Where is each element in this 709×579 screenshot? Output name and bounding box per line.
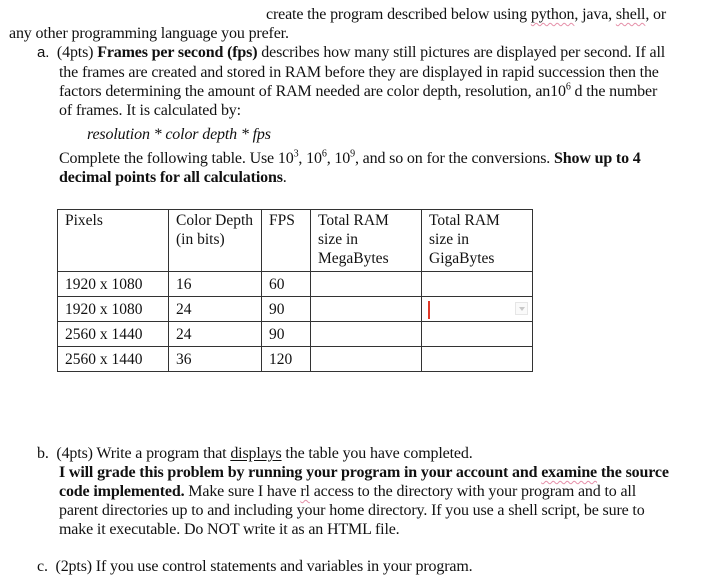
part-a-line-4: of frames. It is calculated by: (59, 102, 241, 119)
cell-fps[interactable]: 120 (261, 346, 311, 372)
table-row: 2560 x 1440 24 90 (57, 321, 533, 347)
part-a-text: describes how many still pictures are di… (257, 44, 666, 61)
part-a-text: factors determining the amount of RAM ne… (59, 83, 566, 100)
cell-fps[interactable]: 60 (261, 271, 311, 297)
part-a-line-3: factors determining the amount of RAM ne… (59, 82, 657, 102)
header-pixels[interactable]: Pixels (57, 209, 169, 272)
cell-depth[interactable]: 16 (168, 271, 262, 297)
instr-bold: Show up to 4 (553, 150, 641, 167)
spellcheck-word-shell[interactable]: shell (616, 6, 646, 23)
part-b-bold: the source (597, 464, 669, 481)
cell-fps[interactable]: 90 (261, 296, 311, 322)
cell-ram-gb-active[interactable] (421, 296, 533, 322)
list-marker-b: b. (37, 445, 49, 462)
spellcheck-word-python[interactable]: python (531, 6, 575, 23)
cell-pixels[interactable]: 1920 x 1080 (57, 271, 169, 297)
table-row: 2560 x 1440 36 120 (57, 346, 533, 372)
part-b-line-1: b. (4pts) Write a program that displays … (37, 444, 473, 464)
cell-ram-gb[interactable] (421, 321, 533, 347)
list-marker-c: c. (37, 558, 48, 575)
intro-text: , java, (574, 6, 616, 23)
table-row: 1920 x 1080 16 60 (57, 271, 533, 297)
instr-bold: decimal points for all calculations (59, 169, 283, 186)
header-color-depth[interactable]: Color Depth (in bits) (168, 209, 262, 272)
instr-text: Complete the following table. Use 10 (59, 150, 294, 167)
cell-depth[interactable]: 24 (168, 296, 262, 322)
part-b-line-2: I will grade this problem by running you… (59, 463, 669, 483)
part-b-text: (4pts) Write a program that (56, 445, 231, 462)
part-a-line-2: the frames are created and stored in RAM… (59, 64, 659, 81)
intro-text: , or (645, 6, 667, 23)
table-row: 1920 x 1080 24 90 (57, 296, 533, 322)
part-a-text: d the number (570, 83, 658, 100)
instr-text: , 10 (298, 150, 322, 167)
part-b-text: Make sure I have (184, 483, 301, 500)
cell-fps[interactable]: 90 (261, 321, 311, 347)
part-b-text: the table you have completed. (281, 445, 473, 462)
instr-text: , and so on for the conversions. (354, 150, 554, 167)
cell-ram-mb[interactable] (310, 271, 422, 297)
ram-table: Pixels Color Depth (in bits) FPS Total R… (57, 209, 533, 372)
cell-pixels[interactable]: 2560 x 1440 (57, 346, 169, 372)
cell-ram-mb[interactable] (310, 296, 422, 322)
grammar-flag-displays[interactable]: displays (230, 445, 281, 462)
cell-ram-mb[interactable] (310, 321, 422, 347)
intro-text: create the program described below using (266, 6, 531, 23)
list-marker-a: a. (37, 44, 50, 61)
instr-text: , 10 (326, 150, 351, 167)
cell-depth[interactable]: 24 (168, 321, 262, 347)
formula: resolution * color depth * fps (87, 126, 271, 143)
intro-line-2: any other programming language you prefe… (9, 25, 289, 42)
table-instructions-line-1: Complete the following table. Use 103, 1… (59, 149, 641, 169)
header-fps[interactable]: FPS (261, 209, 311, 272)
part-b-line-5: make it executable. Do NOT write it as a… (59, 521, 400, 538)
cell-pixels[interactable]: 2560 x 1440 (57, 321, 169, 347)
part-b-bold: code implemented. (59, 483, 185, 500)
table-header-row: Pixels Color Depth (in bits) FPS Total R… (57, 209, 533, 272)
part-c-line-1: c. (2pts) If you use control statements … (37, 557, 473, 577)
part-a-line-1: a. (4pts) Frames per second (fps) descri… (37, 43, 665, 63)
text-cursor (428, 301, 430, 319)
part-b-line-4: parent directories up to and including y… (59, 502, 645, 519)
cell-depth[interactable]: 36 (168, 346, 262, 372)
intro-line-1: create the program described below using… (266, 5, 666, 25)
header-ram-mb[interactable]: Total RAM size in MegaBytes (310, 209, 422, 272)
cell-ram-gb[interactable] (421, 346, 533, 372)
part-b-text: access to the directory with your progra… (309, 483, 637, 500)
points-label: (4pts) (56, 44, 98, 61)
cell-dropdown-icon[interactable] (515, 302, 528, 315)
part-b-line-3: code implemented. Make sure I have rl ac… (59, 482, 636, 502)
table-instructions-line-2: decimal points for all calculations. (59, 168, 287, 188)
part-b-bold: I will grade this problem by running you… (59, 464, 542, 481)
term-fps: Frames per second (fps) (97, 44, 258, 61)
spellcheck-word-rl[interactable]: rl (300, 483, 310, 500)
cell-ram-mb[interactable] (310, 346, 422, 372)
instr-text: . (282, 169, 287, 186)
header-ram-gb[interactable]: Total RAM size in GigaBytes (421, 209, 533, 272)
cell-pixels[interactable]: 1920 x 1080 (57, 296, 169, 322)
spellcheck-word-examine[interactable]: examine (541, 464, 597, 481)
part-c-text: (2pts) If you use control statements and… (55, 558, 473, 575)
cell-ram-gb[interactable] (421, 271, 533, 297)
